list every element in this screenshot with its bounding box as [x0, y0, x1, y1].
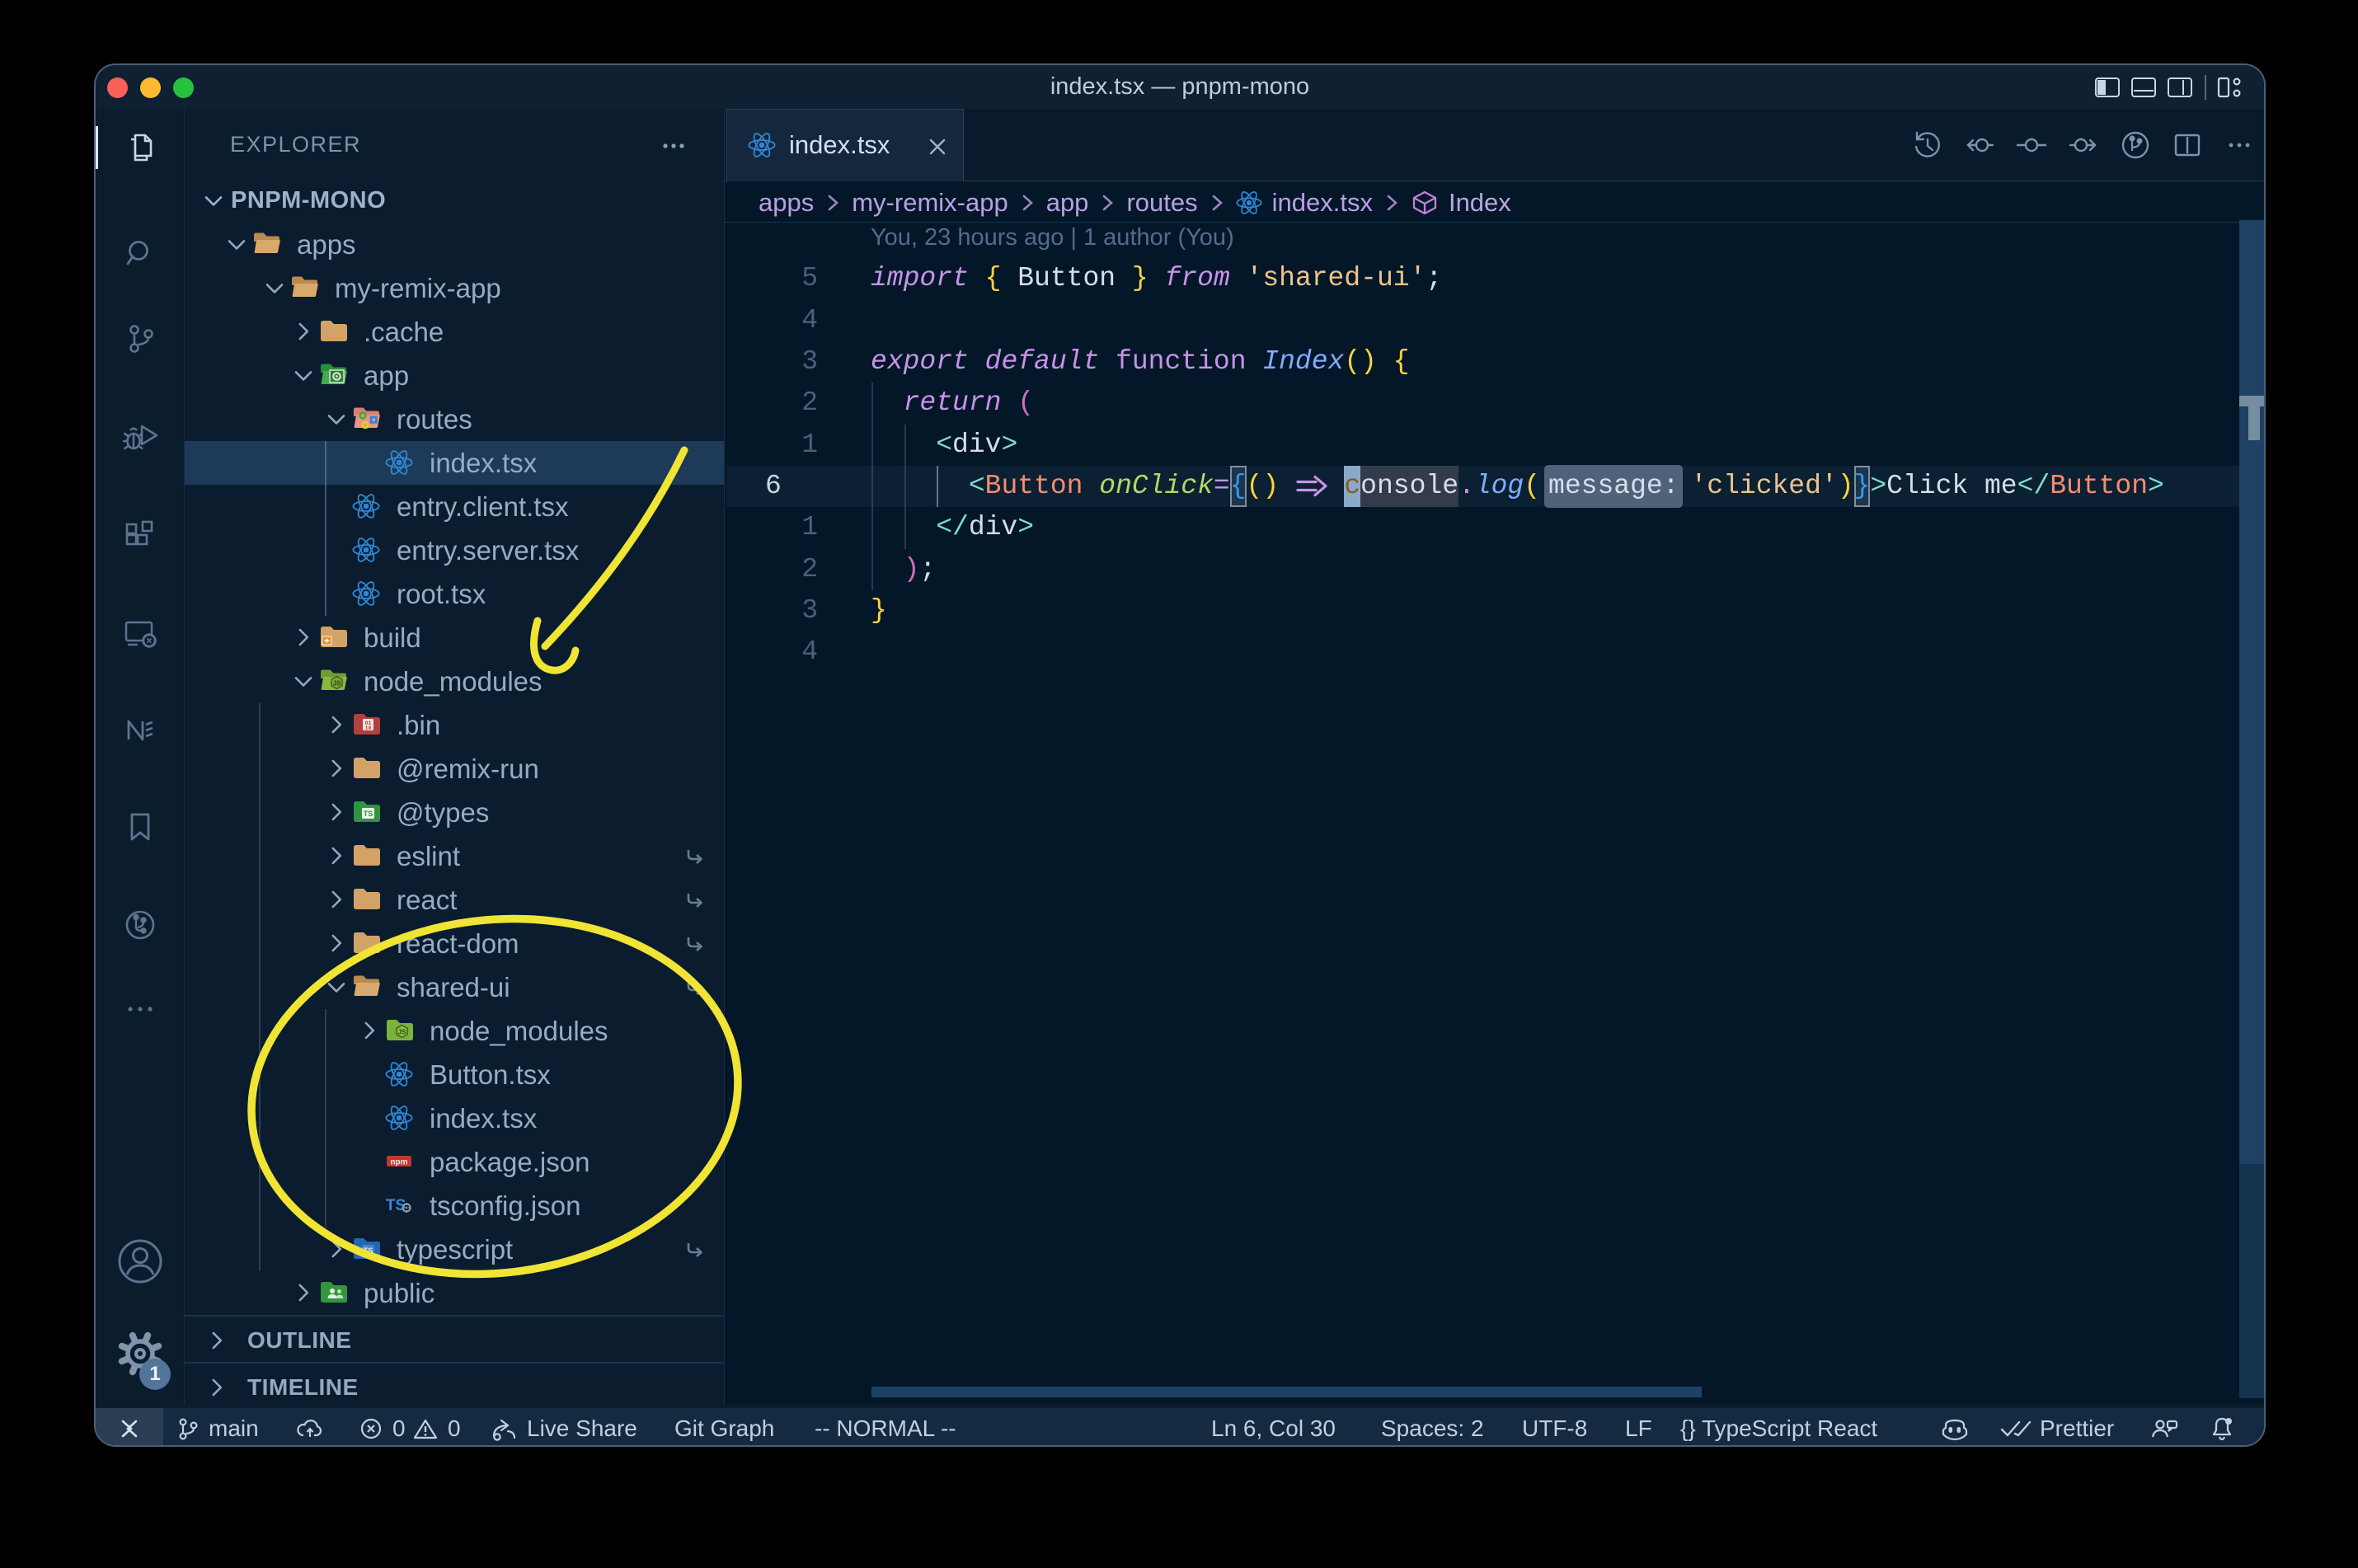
svg-text:10: 10 [365, 725, 372, 731]
svg-text:TS: TS [364, 810, 373, 818]
svg-text:JS: JS [398, 1029, 406, 1036]
svg-text:npm: npm [390, 1158, 407, 1167]
svg-text:JS: JS [333, 680, 341, 688]
svg-text:TS: TS [364, 1246, 373, 1255]
